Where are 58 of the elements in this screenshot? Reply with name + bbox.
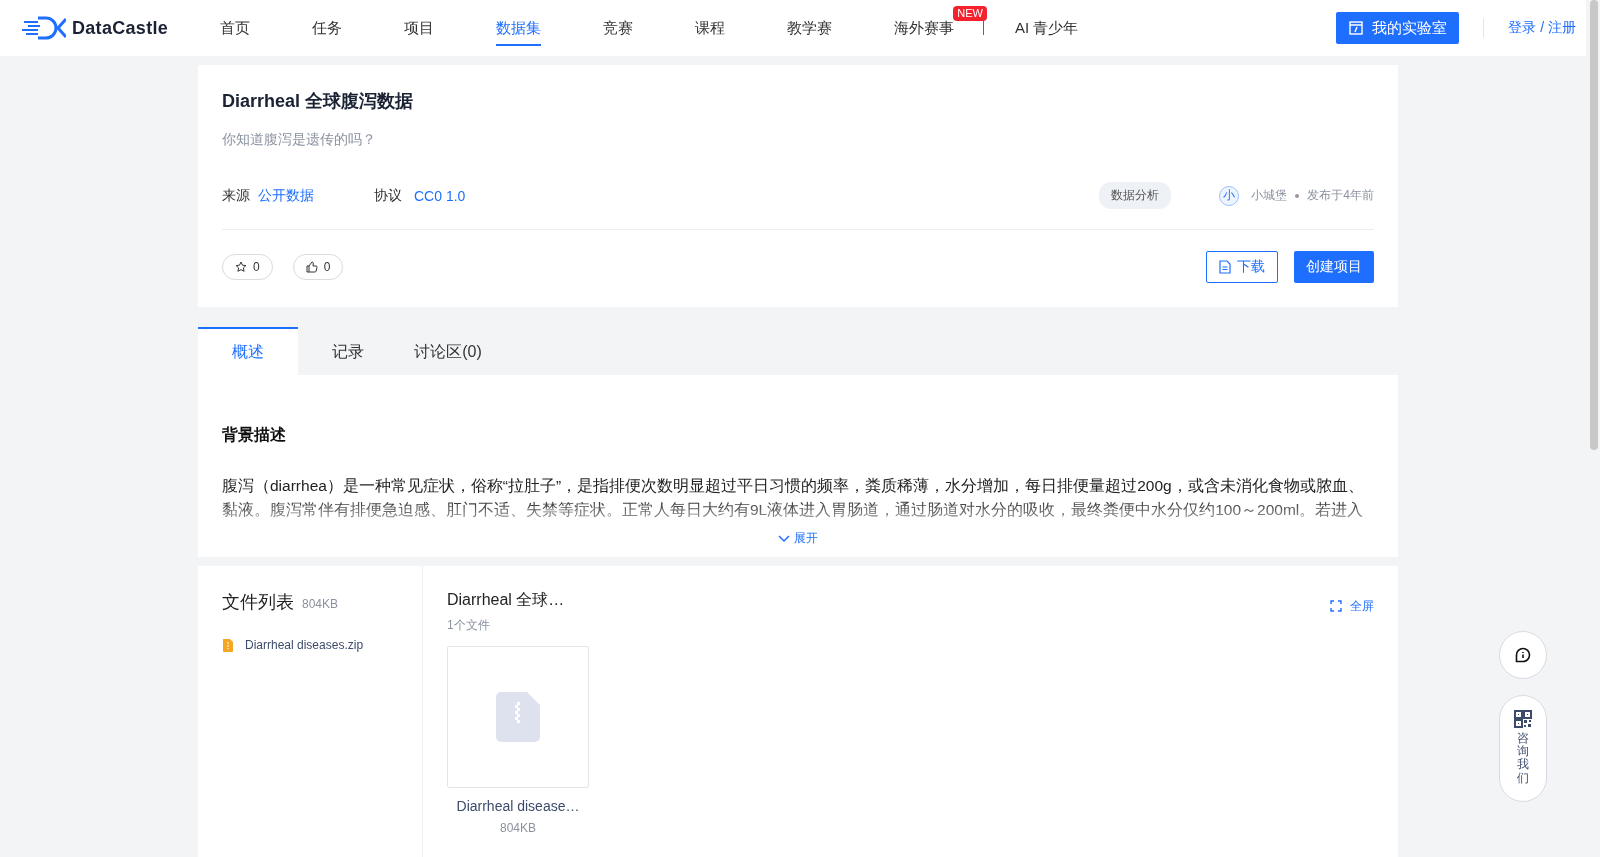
tab[interactable]: 概述 [198, 327, 298, 375]
tab[interactable]: 讨论区(0) [398, 327, 498, 375]
file-name: Diarrheal disease… [455, 798, 581, 814]
chevron-down-icon [778, 534, 790, 543]
file-list-title: 文件列表 [222, 591, 294, 614]
nav-link[interactable]: 教学赛 [787, 0, 832, 56]
login-link[interactable]: 登录 / 注册 [1508, 19, 1576, 37]
file-count: 1个文件 [447, 617, 491, 634]
separator-line [983, 21, 984, 35]
thumbs-up-icon [305, 261, 318, 273]
source-label: 来源 [222, 186, 250, 205]
license-link[interactable]: CC0 1.0 [414, 187, 466, 204]
file-thumbnail[interactable] [447, 646, 589, 788]
star-icon [235, 261, 247, 273]
star-button[interactable]: 0 [222, 254, 273, 280]
like-button[interactable]: 0 [292, 254, 344, 280]
logo-icon [22, 16, 66, 40]
nav-link[interactable]: 数据集 [496, 0, 541, 56]
nav-link[interactable]: 任务 [312, 0, 342, 56]
download-button[interactable]: 下载 [1206, 251, 1278, 283]
section-heading: 背景描述 [222, 425, 287, 445]
feedback-button[interactable] [1499, 631, 1547, 679]
zip-file-icon [222, 638, 234, 652]
total-size: 804KB [302, 597, 339, 611]
folder-name: Diarrheal 全球… [447, 590, 565, 610]
nav-link[interactable]: 海外赛事 [894, 0, 954, 56]
category-tag: 数据分析 [1099, 182, 1172, 209]
document-icon [1219, 260, 1231, 274]
nav-link[interactable]: AI 青少年 [1015, 0, 1079, 56]
nav-link[interactable]: 首页 [220, 0, 250, 56]
qr-code-icon [1514, 710, 1532, 728]
description-paragraph: 腹泻（diarrhea）是一种常见症状，俗称“拉肚子”，是指排便次数明显超过平日习惯的频率，粪质稀薄，水分增加，每日排便量超过200g，或含未消化食物或脓血、黏液。腹泻常伴有排便急迫感、肛门不适、失禁等症状。正常人每日大约有9L液体进入胃肠道，通过肠道对水分的吸收，最终粪便中水分仅约100～200ml。若进入 [222, 476, 1365, 520]
nav-link[interactable]: 项目 [404, 0, 434, 56]
new-badge: NEW [953, 6, 987, 21]
avatar: 小 [1219, 185, 1240, 206]
file-size: 804KB [499, 821, 537, 835]
license-label: 协议 [374, 186, 402, 205]
consult-button[interactable]: 咨询我们 [1499, 695, 1547, 802]
scrollbar[interactable] [1590, 0, 1598, 450]
tab[interactable]: 记录 [298, 327, 398, 375]
nav-link[interactable]: 课程 [695, 0, 725, 56]
dataset-title: Diarrheal 全球腹泻数据 [222, 90, 415, 113]
lab-button[interactable]: 我的实验室 [1336, 12, 1460, 44]
nav-link[interactable]: 竞赛 [603, 0, 633, 56]
expand-link[interactable]: 展开 [778, 530, 818, 547]
dot-separator [1295, 193, 1300, 198]
fullscreen-link[interactable]: 全屏 [1330, 594, 1374, 618]
zip-file-icon [495, 691, 541, 743]
dataset-subtitle: 你知道腹泻是遗传的吗？ [222, 131, 377, 149]
info-bubble-icon [1515, 647, 1531, 663]
source-link[interactable]: 公开数据 [258, 186, 314, 205]
lab-icon [1348, 20, 1365, 36]
fullscreen-icon [1330, 600, 1342, 612]
logo-text: DataCastle [72, 17, 169, 39]
create-project-button[interactable]: 创建项目 [1294, 251, 1374, 283]
publish-time: 发布于4年前 [1307, 187, 1374, 204]
file-list-item[interactable]: Diarrheal diseases.zip [222, 638, 398, 652]
author-name: 小城堡 [1251, 187, 1288, 204]
